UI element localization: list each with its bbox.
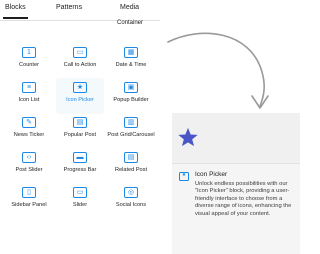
preview-description-area: ★ Icon Picker Unlock endless possibiliti… <box>172 164 300 254</box>
date-time-icon: ▦ <box>124 47 138 58</box>
counter-icon: 1 <box>22 47 36 58</box>
block-item-post-slider[interactable]: ‹› Post Slider <box>5 148 53 184</box>
sidebar-panel-icon-glyph: ▯ <box>27 189 31 196</box>
icon-picker-icon-glyph: ★ <box>76 84 84 91</box>
counter-icon-glyph: 1 <box>27 49 31 56</box>
post-grid-carousel-icon-glyph: ▥ <box>127 119 135 126</box>
post-slider-icon-glyph: ‹› <box>26 154 32 161</box>
sidebar-panel-icon: ▯ <box>22 187 36 198</box>
popular-post-icon: ▤ <box>73 117 87 128</box>
block-item-icon-picker[interactable]: ★ Icon Picker <box>56 78 104 114</box>
related-post-icon-glyph: ▤ <box>127 154 135 161</box>
icon-list-icon-glyph: ≡ <box>26 84 32 91</box>
block-label: Sidebar Panel <box>11 202 47 208</box>
block-label: Icon Picker <box>66 97 94 103</box>
preview-title: Icon Picker <box>195 171 228 178</box>
block-label: Icon List <box>18 97 40 103</box>
star-icon <box>178 127 198 147</box>
block-label: Counter <box>19 62 39 68</box>
related-post-icon: ▤ <box>124 152 138 163</box>
block-label: News Ticker <box>13 132 45 138</box>
social-icons-icon-glyph: ◎ <box>127 189 135 196</box>
block-label: Post Grid/Carousel <box>107 132 155 138</box>
block-item-sidebar-panel[interactable]: ▯ Sidebar Panel <box>5 183 53 219</box>
block-label: Social Icons <box>115 202 147 208</box>
call-to-action-icon: ▭ <box>73 47 87 58</box>
tab-patterns[interactable]: Patterns <box>56 4 82 11</box>
block-item-post-grid-carousel[interactable]: ▥ Post Grid/Carousel <box>107 113 155 149</box>
popup-builder-icon-glyph: ▣ <box>127 84 135 91</box>
progress-bar-icon: ▬ <box>73 152 87 163</box>
inserter-tabs: Blocks Patterns Media <box>0 0 160 21</box>
block-item-slider[interactable]: ▭ Slider <box>56 183 104 219</box>
progress-bar-icon-glyph: ▬ <box>76 154 84 161</box>
block-item-related-post[interactable]: ▤ Related Post <box>107 148 155 184</box>
block-item-social-icons[interactable]: ◎ Social Icons <box>107 183 155 219</box>
block-label: Popup Builder <box>113 97 149 103</box>
date-time-icon-glyph: ▦ <box>127 49 135 56</box>
popup-builder-icon: ▣ <box>124 82 138 93</box>
tab-blocks[interactable]: Blocks <box>3 4 28 19</box>
block-item-progress-bar[interactable]: ▬ Progress Bar <box>56 148 104 184</box>
block-item-news-ticker[interactable]: ✎ News Ticker <box>5 113 53 149</box>
block-label: Popular Post <box>63 132 97 138</box>
block-item-popup-builder[interactable]: ▣ Popup Builder <box>107 78 155 114</box>
block-label: Slider <box>72 202 88 208</box>
block-item-popular-post[interactable]: ▤ Popular Post <box>56 113 104 149</box>
block-item-counter[interactable]: 1 Counter <box>5 43 53 79</box>
social-icons-icon: ◎ <box>124 187 138 198</box>
slider-icon-glyph: ▭ <box>76 189 84 196</box>
preview-description: Unlock endless possibilities with our "I… <box>195 181 292 217</box>
call-to-action-icon-glyph: ▭ <box>76 49 84 56</box>
block-item-call-to-action[interactable]: ▭ Call to Action <box>56 43 104 79</box>
news-ticker-icon: ✎ <box>22 117 36 128</box>
preview-area <box>172 113 300 164</box>
popular-post-icon-glyph: ▤ <box>76 119 84 126</box>
icon-picker-icon: ★ <box>73 82 87 93</box>
block-label: Call to Action <box>63 62 97 68</box>
block-inserter-panel: Blocks Patterns Media Container 1 Counter… <box>0 0 160 254</box>
block-item-date-time[interactable]: ▦ Date & Time <box>107 43 155 79</box>
post-slider-icon: ‹› <box>22 152 36 163</box>
block-label-container: Container <box>117 20 144 26</box>
block-label: Post Slider <box>15 167 43 173</box>
news-ticker-icon-glyph: ✎ <box>26 119 32 126</box>
icon-picker-icon: ★ <box>179 172 189 181</box>
post-grid-carousel-icon: ▥ <box>124 117 138 128</box>
icon-list-icon: ≡ <box>22 82 36 93</box>
tab-media[interactable]: Media <box>120 4 139 11</box>
block-label: Related Post <box>114 167 148 173</box>
block-preview-card: ★ Icon Picker Unlock endless possibiliti… <box>172 113 300 254</box>
slider-icon: ▭ <box>73 187 87 198</box>
block-label: Date & Time <box>115 62 147 68</box>
block-label: Progress Bar <box>63 167 97 173</box>
block-item-icon-list[interactable]: ≡ Icon List <box>5 78 53 114</box>
